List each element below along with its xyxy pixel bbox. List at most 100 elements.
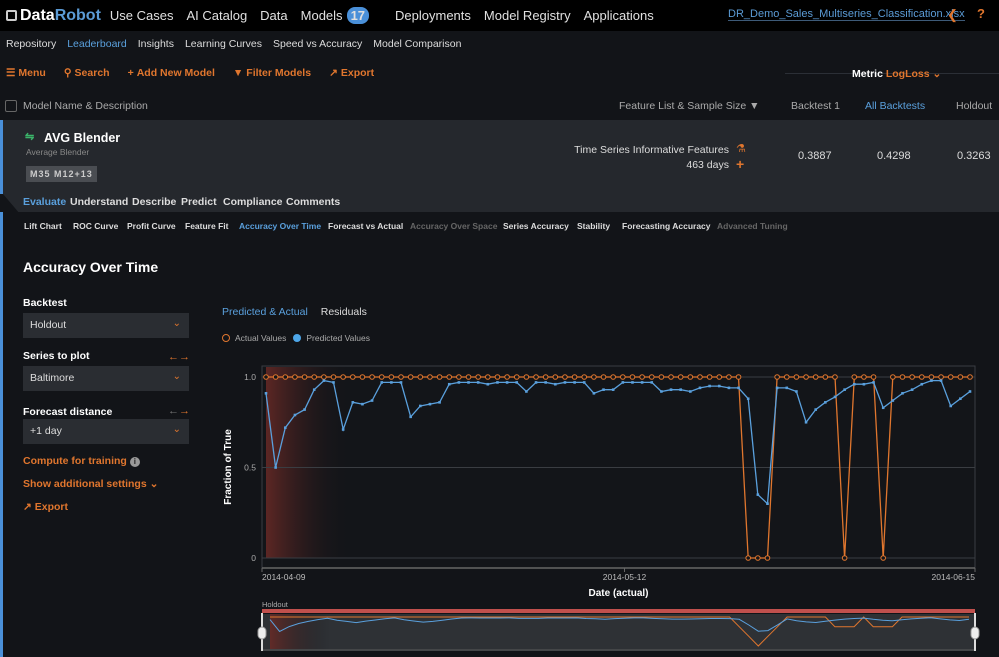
predicted-point bbox=[881, 406, 885, 410]
predicted-point bbox=[727, 386, 731, 390]
actual-point bbox=[735, 374, 742, 380]
predicted-point bbox=[370, 399, 374, 402]
actual-point bbox=[282, 374, 289, 380]
actual-point bbox=[533, 374, 539, 380]
y-tick-label: 1.0 bbox=[244, 372, 256, 382]
holdout-bar bbox=[262, 609, 975, 613]
actual-point bbox=[755, 555, 761, 561]
predicted-point bbox=[852, 382, 856, 386]
predicted-point bbox=[949, 404, 953, 408]
actual-point bbox=[967, 374, 973, 380]
actual-point bbox=[841, 555, 848, 561]
actual-point bbox=[494, 374, 501, 380]
predicted-point bbox=[795, 390, 798, 393]
actual-point bbox=[378, 374, 385, 380]
actual-point bbox=[677, 374, 684, 380]
actual-point bbox=[706, 374, 713, 380]
actual-point bbox=[947, 374, 954, 380]
predicted-point bbox=[380, 381, 384, 384]
predicted-point bbox=[843, 388, 846, 391]
actual-point bbox=[938, 374, 944, 380]
actual-point bbox=[783, 374, 790, 380]
predicted-point bbox=[689, 390, 692, 393]
actual-point bbox=[456, 374, 462, 380]
actual-point bbox=[745, 555, 751, 561]
actual-point bbox=[832, 374, 838, 380]
predicted-point bbox=[274, 466, 277, 469]
actual-point bbox=[774, 374, 780, 380]
actual-point bbox=[263, 374, 269, 380]
x-tick-label: 2014-05-12 bbox=[603, 572, 647, 582]
predicted-point bbox=[264, 391, 268, 395]
actual-point bbox=[861, 374, 867, 380]
predicted-point bbox=[901, 391, 904, 395]
predicted-point bbox=[322, 379, 326, 382]
predicted-point bbox=[756, 493, 760, 496]
predicted-point bbox=[804, 420, 808, 424]
actual-point bbox=[591, 374, 597, 380]
range-handle-left[interactable] bbox=[257, 626, 267, 640]
actual-point bbox=[272, 374, 279, 380]
actual-point bbox=[562, 374, 568, 380]
predicted-point bbox=[303, 408, 306, 411]
range-handle-right[interactable] bbox=[970, 626, 980, 640]
predicted-point bbox=[814, 408, 817, 411]
predicted-point bbox=[920, 382, 924, 386]
actual-point bbox=[581, 374, 588, 380]
actual-point bbox=[417, 374, 424, 380]
actual-point bbox=[687, 374, 694, 380]
x-axis-label: Date (actual) bbox=[588, 588, 648, 599]
overview-area bbox=[262, 614, 975, 649]
predicted-point bbox=[833, 395, 837, 399]
y-tick-label: 0.5 bbox=[244, 463, 256, 473]
actual-point bbox=[918, 374, 925, 380]
predicted-point bbox=[746, 397, 750, 401]
predicted-point bbox=[419, 404, 422, 408]
actual-point bbox=[851, 374, 858, 380]
predicted-point bbox=[669, 388, 673, 391]
predicted-point bbox=[438, 401, 441, 404]
predicted-point bbox=[457, 381, 461, 384]
actual-point bbox=[301, 374, 308, 380]
actual-point bbox=[398, 374, 404, 380]
predicted-point bbox=[968, 390, 972, 393]
actual-point bbox=[909, 374, 915, 380]
actual-point bbox=[697, 374, 703, 380]
predicted-point bbox=[428, 402, 432, 406]
predicted-point bbox=[361, 402, 364, 406]
actual-point bbox=[648, 374, 655, 380]
predicted-point bbox=[708, 384, 711, 388]
predicted-point bbox=[611, 388, 615, 391]
predicted-point bbox=[959, 397, 962, 401]
actual-point bbox=[292, 374, 298, 380]
predicted-point bbox=[891, 399, 895, 402]
actual-point bbox=[600, 374, 607, 380]
actual-point bbox=[475, 374, 481, 380]
actual-point bbox=[610, 374, 616, 380]
predicted-point bbox=[775, 386, 779, 390]
actual-point bbox=[928, 374, 935, 380]
actual-point bbox=[359, 374, 366, 380]
training-gradient-region bbox=[266, 367, 351, 558]
predicted-point bbox=[390, 381, 393, 384]
predicted-point bbox=[640, 381, 644, 384]
actual-point bbox=[822, 374, 829, 380]
actual-point bbox=[812, 374, 819, 380]
actual-point bbox=[349, 374, 356, 380]
predicted-point bbox=[582, 381, 586, 384]
predicted-point bbox=[467, 381, 470, 384]
actual-point bbox=[504, 374, 510, 380]
actual-point bbox=[658, 374, 665, 380]
actual-point bbox=[552, 374, 559, 380]
actual-point bbox=[726, 374, 732, 380]
x-tick-label: 2014-04-09 bbox=[262, 572, 306, 582]
actual-point bbox=[870, 374, 877, 380]
actual-point bbox=[793, 374, 800, 380]
actual-point bbox=[321, 374, 327, 380]
x-tick-label: 2014-06-15 bbox=[932, 572, 976, 582]
predicted-point bbox=[910, 388, 914, 391]
actual-point bbox=[542, 374, 549, 380]
actual-point bbox=[388, 374, 395, 380]
predicted-point bbox=[283, 426, 287, 429]
actual-point bbox=[446, 374, 453, 380]
